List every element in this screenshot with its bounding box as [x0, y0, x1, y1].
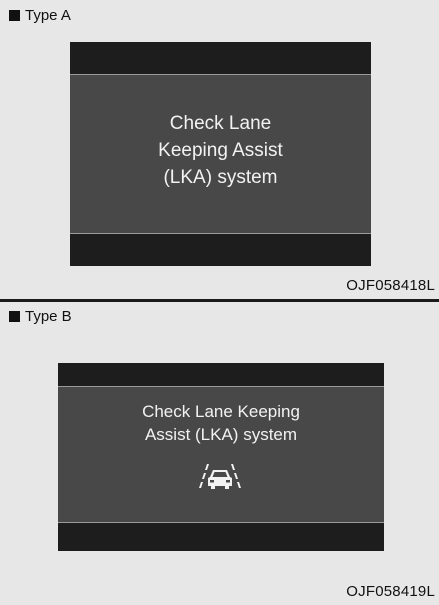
type-a-warning-message: Check Lane Keeping Assist (LKA) system: [70, 110, 371, 191]
type-a-label: Type A: [25, 7, 71, 24]
message-line: Check Lane Keeping: [142, 402, 300, 421]
message-line: Keeping Assist: [158, 140, 283, 161]
display-top-band: [58, 363, 384, 387]
lane-keeping-assist-icon: [199, 464, 241, 489]
type-a-cluster-display: Check Lane Keeping Assist (LKA) system: [70, 42, 371, 266]
display-bottom-band: [58, 522, 384, 551]
type-b-panel: Type B Check Lane Keeping Assist (LKA) s…: [0, 302, 439, 605]
message-line: (LKA) system: [163, 167, 278, 188]
type-b-figure-code: OJF058419L: [346, 583, 435, 600]
bullet-square-icon: [9, 10, 20, 21]
type-a-figure-code: OJF058418L: [346, 277, 435, 294]
type-b-label: Type B: [25, 308, 72, 325]
message-line: Assist (LKA) system: [144, 425, 298, 444]
message-line: Check Lane: [169, 113, 272, 134]
display-top-band: [70, 42, 371, 75]
type-a-heading: Type A: [9, 7, 71, 25]
bullet-square-icon: [9, 311, 20, 322]
display-bottom-band: [70, 233, 371, 266]
type-a-panel: Type A Check Lane Keeping Assist (LKA) s…: [0, 0, 439, 299]
type-b-warning-message: Check Lane Keeping Assist (LKA) system: [58, 400, 384, 446]
type-b-cluster-display: Check Lane Keeping Assist (LKA) system: [58, 363, 384, 551]
type-b-heading: Type B: [9, 308, 72, 326]
